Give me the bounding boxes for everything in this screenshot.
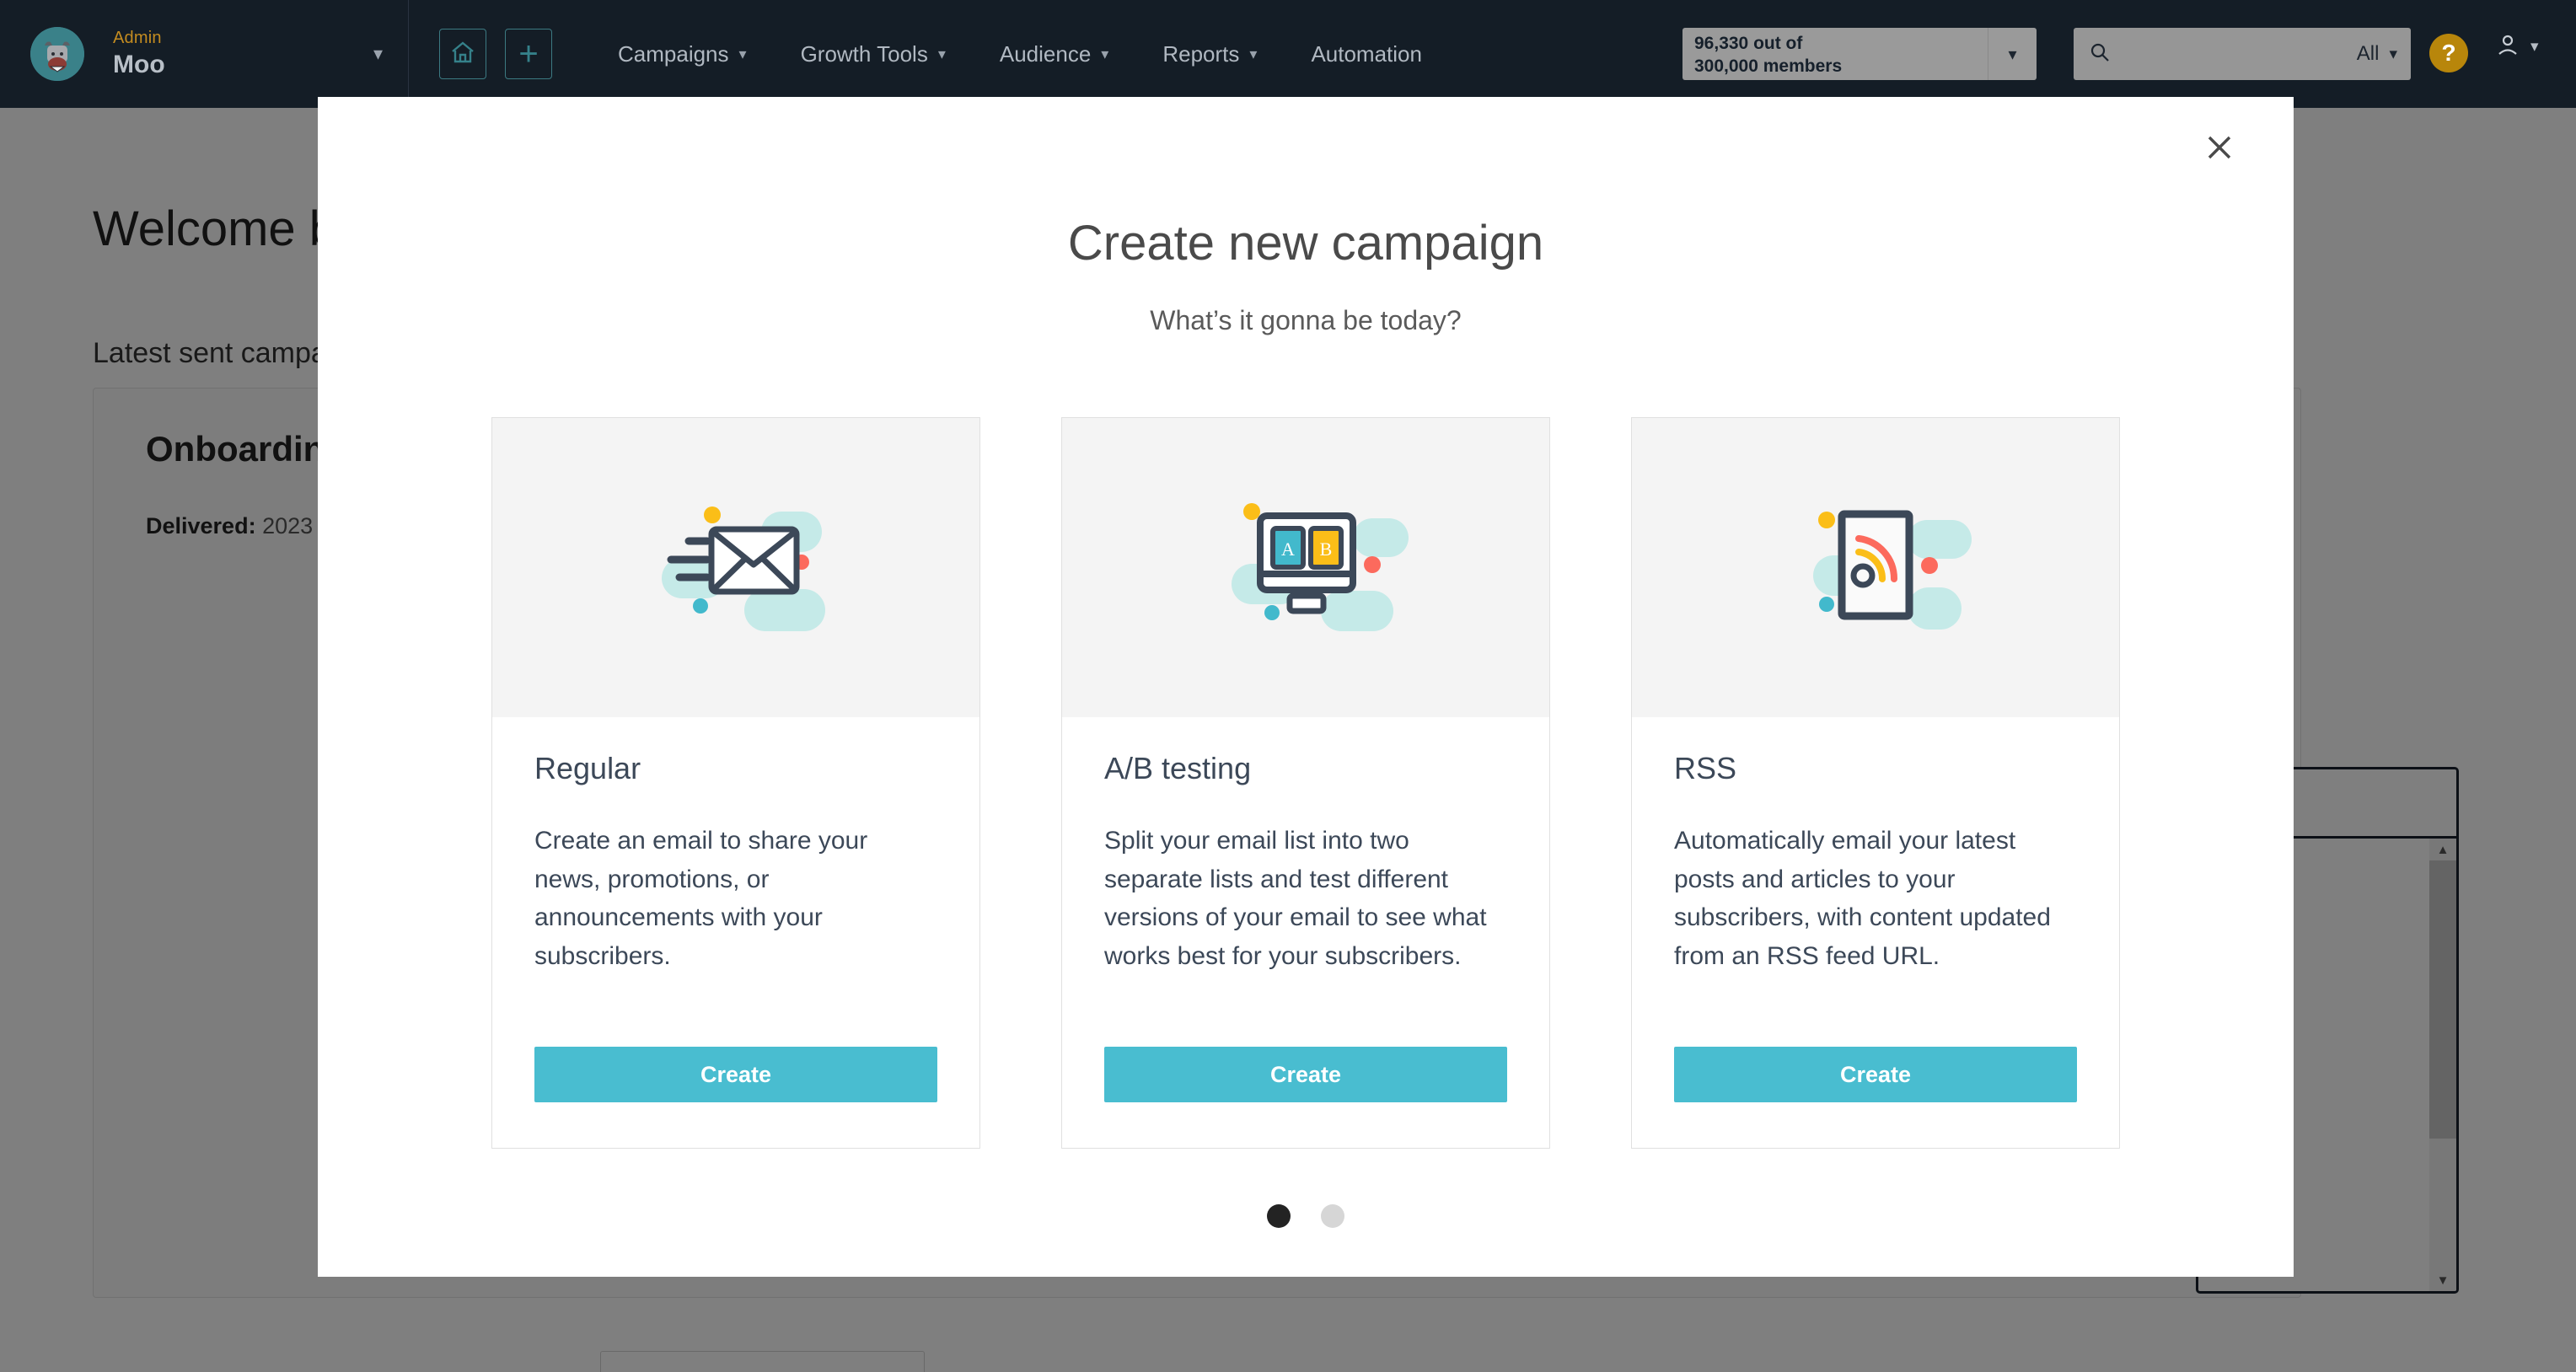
campaign-type-card-regular[interactable]: Regular Create an email to share your ne… <box>491 417 980 1149</box>
card-title: RSS <box>1674 751 1737 785</box>
members-quota-line1: 96,330 out of <box>1694 34 1803 53</box>
nav-label: Campaigns <box>618 40 729 67</box>
card-title: Regular <box>534 751 641 785</box>
create-campaign-modal: Create new campaign What’s it gonna be t… <box>318 97 2294 1277</box>
chevron-down-icon: ▾ <box>937 45 946 62</box>
modal-title: Create new campaign <box>1067 216 1544 271</box>
help-button[interactable]: ? <box>2429 34 2468 72</box>
search-scope-label: All <box>2356 42 2380 65</box>
create-button-regular[interactable]: Create <box>534 1047 937 1102</box>
pagination-dot-2[interactable] <box>1321 1204 1344 1228</box>
card-description: Automatically email your latest posts an… <box>1674 827 2051 970</box>
nav-label: Automation <box>1311 40 1422 67</box>
chevron-down-icon: ▾ <box>1249 45 1258 62</box>
chevron-down-icon: ▾ <box>738 45 747 62</box>
card-description: Create an email to share your news, prom… <box>534 827 868 970</box>
chevron-down-icon[interactable]: ▾ <box>373 43 388 65</box>
nav-item-audience[interactable]: Audience ▾ <box>973 41 1135 67</box>
search-box[interactable]: All ▾ <box>2074 28 2411 80</box>
nav-label: Growth Tools <box>800 40 928 67</box>
members-quota-line2: 300,000 members <box>1694 56 1843 76</box>
account-name: Moo <box>113 50 165 78</box>
person-icon <box>2495 32 2520 62</box>
account-role: Admin <box>113 28 162 47</box>
top-navigation-bar: Admin Moo ▾ + Campaigns ▾ Growth Tools ▾… <box>0 0 2576 108</box>
help-icon: ? <box>2441 40 2456 66</box>
campaign-type-card-rss[interactable]: RSS Automatically email your latest post… <box>1631 417 2120 1149</box>
plus-icon: + <box>518 35 539 72</box>
avatar <box>30 27 84 81</box>
rss-page-illustration <box>1632 418 2119 717</box>
create-new-button[interactable]: + <box>505 29 552 79</box>
card-body: A/B testing Split your email list into t… <box>1062 717 1549 1148</box>
home-icon <box>450 40 475 68</box>
account-labels: Admin Moo <box>113 29 165 80</box>
app-root: Welcome back Latest sent campaign Onboar… <box>0 0 2576 1372</box>
members-quota-select[interactable]: 96,330 out of 300,000 members ▾ <box>1682 28 2037 80</box>
close-button[interactable] <box>2196 126 2243 173</box>
chevron-down-icon[interactable]: ▾ <box>2389 45 2397 64</box>
ab-monitor-illustration: A B <box>1062 418 1549 717</box>
carousel-pagination <box>318 1204 2294 1228</box>
members-quota-text: 96,330 out of 300,000 members <box>1682 28 1988 80</box>
user-menu[interactable]: ▾ <box>2495 32 2539 62</box>
card-title: A/B testing <box>1104 751 1252 785</box>
card-body: RSS Automatically email your latest post… <box>1632 717 2119 1148</box>
chevron-down-icon[interactable]: ▾ <box>1988 28 2037 80</box>
main-menu: Campaigns ▾ Growth Tools ▾ Audience ▾ Re… <box>591 41 1449 67</box>
search-icon <box>2089 41 2111 67</box>
card-body: Regular Create an email to share your ne… <box>492 717 979 1148</box>
home-button[interactable] <box>439 29 486 79</box>
account-switcher[interactable]: Admin Moo ▾ <box>0 0 409 108</box>
campaign-type-card-ab-testing[interactable]: A B A/B testing Split your email list in… <box>1061 417 1550 1149</box>
envelope-illustration <box>492 418 979 717</box>
svg-text:B: B <box>1320 539 1333 560</box>
nav-label: Audience <box>999 40 1092 67</box>
nav-label: Reports <box>1162 40 1240 67</box>
chevron-down-icon: ▾ <box>1101 45 1109 62</box>
card-description: Split your email list into two separate … <box>1104 827 1487 970</box>
close-icon <box>2204 132 2235 167</box>
create-button-rss[interactable]: Create <box>1674 1047 2077 1102</box>
nav-item-reports[interactable]: Reports ▾ <box>1135 41 1284 67</box>
nav-item-growth-tools[interactable]: Growth Tools ▾ <box>774 41 973 67</box>
modal-subtitle: What’s it gonna be today? <box>1150 305 1462 335</box>
campaign-type-list: Regular Create an email to share your ne… <box>318 417 2294 1149</box>
create-button-ab-testing[interactable]: Create <box>1104 1047 1507 1102</box>
nav-item-campaigns[interactable]: Campaigns ▾ <box>591 41 774 67</box>
svg-text:A: A <box>1281 539 1295 560</box>
chevron-down-icon[interactable]: ▾ <box>2530 37 2539 56</box>
nav-item-automation[interactable]: Automation <box>1284 41 1449 67</box>
pagination-dot-1[interactable] <box>1267 1204 1291 1228</box>
